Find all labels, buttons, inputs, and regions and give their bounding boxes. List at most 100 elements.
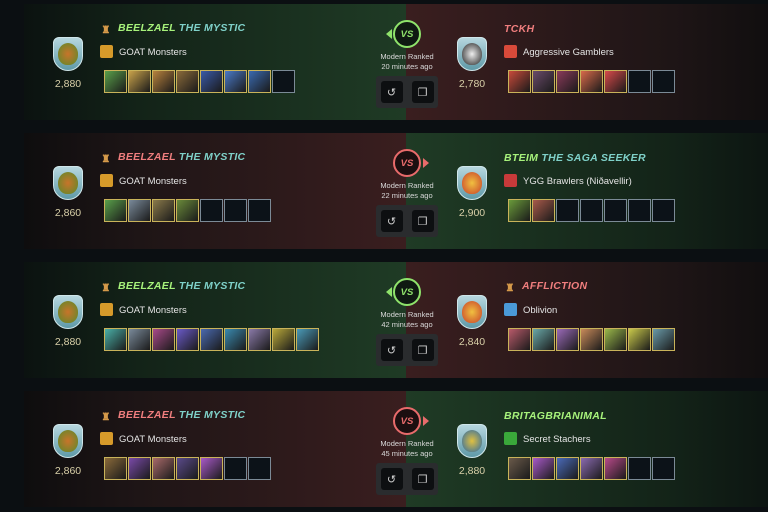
- left-player-name-line[interactable]: ♜ BEELZAEL THE MYSTIC: [100, 409, 245, 424]
- monster-card[interactable]: [580, 457, 603, 480]
- guild-banner-icon: [504, 174, 517, 187]
- monster-card[interactable]: [508, 199, 531, 222]
- avatar-shield: [53, 295, 83, 329]
- monster-card[interactable]: [176, 199, 199, 222]
- monster-card[interactable]: [556, 70, 579, 93]
- monster-card[interactable]: [272, 328, 295, 351]
- monster-card[interactable]: [200, 70, 223, 93]
- monster-card[interactable]: [224, 70, 247, 93]
- right-guild-name: Oblivion: [523, 305, 558, 316]
- right-player-name: BTEIM: [504, 152, 539, 164]
- monster-card[interactable]: [248, 328, 271, 351]
- monster-card[interactable]: [152, 70, 175, 93]
- monster-card[interactable]: [604, 328, 627, 351]
- monster-card[interactable]: [508, 457, 531, 480]
- monster-card[interactable]: [532, 70, 555, 93]
- monster-card[interactable]: [580, 70, 603, 93]
- monster-card[interactable]: [532, 199, 555, 222]
- left-guild[interactable]: GOAT Monsters: [100, 432, 187, 445]
- left-guild[interactable]: GOAT Monsters: [100, 303, 187, 316]
- copy-icon: ❐: [417, 344, 428, 357]
- monster-card[interactable]: [532, 328, 555, 351]
- monster-card[interactable]: [104, 328, 127, 351]
- left-player-name-line[interactable]: ♜ BEELZAEL THE MYSTIC: [100, 280, 245, 295]
- monster-card[interactable]: [104, 199, 127, 222]
- monster-card[interactable]: [224, 328, 247, 351]
- replay-button[interactable]: ↺: [380, 81, 403, 103]
- left-guild[interactable]: GOAT Monsters: [100, 174, 187, 187]
- monster-card[interactable]: [152, 328, 175, 351]
- monster-card[interactable]: [604, 457, 627, 480]
- monster-card[interactable]: [176, 328, 199, 351]
- left-player-avatar[interactable]: [53, 166, 83, 200]
- monster-card[interactable]: [128, 328, 151, 351]
- monster-card[interactable]: [580, 328, 603, 351]
- right-player-name-line[interactable]: BRITAGBRIANIMAL: [504, 409, 607, 422]
- right-player-avatar[interactable]: [457, 37, 487, 71]
- left-player-avatar[interactable]: [53, 424, 83, 458]
- right-player-name-line[interactable]: ♜ AFFLICTION: [504, 280, 587, 295]
- monster-card[interactable]: [104, 70, 127, 93]
- monster-card[interactable]: [604, 70, 627, 93]
- copy-button[interactable]: ❐: [411, 339, 434, 361]
- monster-card[interactable]: [508, 328, 531, 351]
- mode-label: Modern Ranked: [380, 310, 434, 319]
- monster-card[interactable]: [128, 70, 151, 93]
- battle-row[interactable]: 2,860 ♜ BEELZAEL THE MYSTIC GOAT Monsters 2,…: [0, 133, 768, 249]
- left-player-avatar[interactable]: [53, 37, 83, 71]
- left-player-title: THE MYSTIC: [178, 409, 246, 421]
- copy-button[interactable]: ❐: [411, 210, 434, 232]
- battle-row[interactable]: 2,880 ♜ BEELZAEL THE MYSTIC GOAT Monsters 2,…: [0, 4, 768, 120]
- guild-banner-icon: [100, 45, 113, 58]
- replay-button[interactable]: ↺: [380, 468, 403, 490]
- monster-card[interactable]: [104, 457, 127, 480]
- monster-card[interactable]: [152, 199, 175, 222]
- empty-card-slot: [604, 199, 627, 222]
- right-player-name: TCKH: [504, 23, 535, 35]
- right-guild[interactable]: Oblivion: [504, 303, 557, 316]
- right-player-name-line[interactable]: TCKH: [504, 22, 534, 35]
- copy-button[interactable]: ❐: [411, 468, 434, 490]
- left-player-avatar[interactable]: [53, 295, 83, 329]
- monster-card[interactable]: [200, 457, 223, 480]
- monster-card[interactable]: [556, 328, 579, 351]
- empty-card-slot: [200, 199, 223, 222]
- monster-card[interactable]: [200, 328, 223, 351]
- monster-card[interactable]: [176, 457, 199, 480]
- left-guild[interactable]: GOAT Monsters: [100, 45, 187, 58]
- guild-banner-icon: [100, 432, 113, 445]
- battle-row[interactable]: 2,880 ♜ BEELZAEL THE MYSTIC GOAT Monsters 2,…: [0, 262, 768, 378]
- monster-card[interactable]: [556, 457, 579, 480]
- monster-card[interactable]: [296, 328, 319, 351]
- monster-card[interactable]: [532, 457, 555, 480]
- right-guild[interactable]: Aggressive Gamblers: [504, 45, 614, 58]
- replay-button[interactable]: ↺: [380, 210, 403, 232]
- copy-button[interactable]: ❐: [411, 81, 434, 103]
- monster-card[interactable]: [628, 328, 651, 351]
- right-player-name-line[interactable]: BTEIM THE SAGA SEEKER: [504, 151, 646, 164]
- left-player-name-line[interactable]: ♜ BEELZAEL THE MYSTIC: [100, 22, 245, 37]
- right-guild[interactable]: YGG Brawlers (Niðavellir): [504, 174, 632, 187]
- battle-row[interactable]: 2,860 ♜ BEELZAEL THE MYSTIC GOAT Monsters 2,…: [0, 391, 768, 507]
- avatar-shield: [53, 37, 83, 71]
- right-player-avatar[interactable]: [457, 166, 487, 200]
- empty-card-slot: [628, 70, 651, 93]
- monster-card[interactable]: [128, 457, 151, 480]
- right-guild-name: Aggressive Gamblers: [523, 47, 614, 58]
- time-ago: 20 minutes ago: [381, 62, 433, 71]
- guild-banner-icon: [100, 303, 113, 316]
- right-guild[interactable]: Secret Stachers: [504, 432, 591, 445]
- left-player-name-line[interactable]: ♜ BEELZAEL THE MYSTIC: [100, 151, 245, 166]
- right-player-rating: 2,880: [458, 465, 486, 477]
- avatar-shield: [53, 424, 83, 458]
- monster-card[interactable]: [508, 70, 531, 93]
- monster-card[interactable]: [248, 70, 271, 93]
- monster-card[interactable]: [128, 199, 151, 222]
- replay-button[interactable]: ↺: [380, 339, 403, 361]
- monster-card[interactable]: [176, 70, 199, 93]
- right-player-avatar[interactable]: [457, 295, 487, 329]
- right-player-avatar[interactable]: [457, 424, 487, 458]
- monster-card[interactable]: [652, 328, 675, 351]
- monster-card[interactable]: [152, 457, 175, 480]
- left-guild-name: GOAT Monsters: [119, 47, 187, 58]
